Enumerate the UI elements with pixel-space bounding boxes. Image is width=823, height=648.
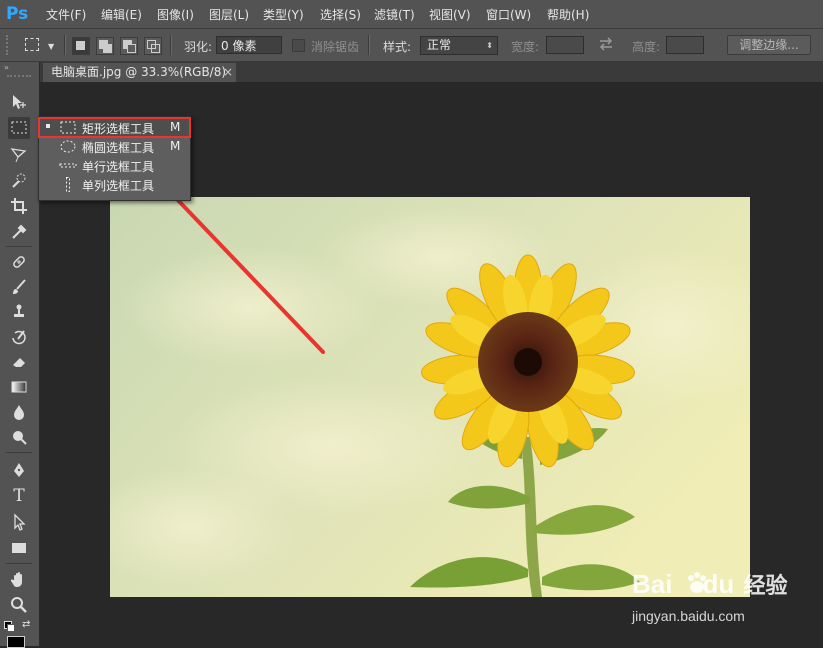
collapse-panel-icon[interactable]: » (4, 63, 9, 72)
default-colors-icon[interactable] (4, 621, 15, 632)
healing-brush-icon[interactable] (8, 251, 30, 273)
menu-file[interactable]: 文件(F) (46, 6, 86, 23)
options-bar: ▼ 羽化: 0 像素 消除锯齿 样式: 正常 ⬍ 宽度: 高度: 调整边缘... (0, 29, 823, 62)
crop-icon[interactable] (8, 195, 30, 217)
swap-arrows-icon[interactable] (598, 37, 614, 51)
flyout-item-single-row-marquee[interactable]: 单行选框工具 (39, 156, 190, 175)
add-to-selection-button[interactable] (96, 37, 114, 55)
flyout-item-single-column-marquee[interactable]: 单列选框工具 (39, 175, 190, 194)
flyout-item-rect-marquee[interactable]: 矩形选框工具 M (38, 117, 191, 138)
new-selection-button[interactable] (72, 37, 90, 55)
single-column-marquee-icon (66, 177, 70, 192)
height-input[interactable] (666, 36, 704, 54)
rect-marquee-icon[interactable] (8, 117, 30, 139)
eraser-icon[interactable] (8, 351, 30, 373)
feather-input[interactable]: 0 像素 (216, 36, 282, 54)
style-select-value: 正常 (427, 38, 452, 52)
clone-stamp-icon[interactable] (8, 301, 30, 323)
menu-edit[interactable]: 编辑(E) (101, 6, 142, 23)
hand-icon[interactable] (8, 568, 30, 590)
type-icon[interactable]: T (8, 485, 30, 507)
path-select-icon[interactable] (8, 511, 30, 533)
height-label: 高度: (632, 40, 661, 54)
flyout-item-label: 单列选框工具 (82, 179, 155, 193)
style-label: 样式: (383, 40, 412, 54)
grip-icon (6, 35, 12, 55)
watermark-url: jingyan.baidu.com (632, 608, 745, 624)
blur-icon[interactable] (8, 401, 30, 423)
document-tab[interactable]: 电脑桌面.jpg @ 33.3%(RGB/8) × (43, 63, 236, 82)
document-tab-title: 电脑桌面.jpg @ 33.3%(RGB/8) (51, 65, 227, 79)
flyout-item-label: 椭圆选框工具 (82, 141, 155, 155)
pen-icon[interactable] (8, 459, 30, 481)
width-input[interactable] (546, 36, 584, 54)
antialias-checkbox[interactable] (292, 39, 305, 52)
width-label: 宽度: (511, 40, 540, 54)
style-select[interactable]: 正常 ⬍ (420, 36, 498, 55)
intersect-selection-button[interactable] (144, 37, 162, 55)
gradient-icon[interactable] (8, 376, 30, 398)
feather-label: 羽化: (184, 40, 213, 54)
subtract-from-selection-button[interactable] (120, 37, 138, 55)
selected-indicator-icon (46, 124, 50, 128)
rect-marquee-icon (60, 121, 76, 134)
rectangle-shape-icon[interactable] (8, 537, 30, 559)
menu-help[interactable]: 帮助(H) (547, 6, 589, 23)
flyout-item-shortcut: M (170, 120, 181, 134)
flyout-item-shortcut: M (170, 139, 181, 153)
divider (6, 452, 32, 453)
eyedropper-icon[interactable] (8, 221, 30, 243)
swap-colors-icon[interactable]: ⇄ (22, 619, 30, 630)
updown-arrows-icon: ⬍ (486, 41, 493, 50)
tool-preset-picker[interactable]: ▼ (22, 36, 62, 54)
watermark-jingyan: 经验 (743, 573, 788, 598)
move-icon[interactable] (8, 91, 30, 113)
canvas-image[interactable] (110, 197, 750, 597)
divider (6, 246, 32, 247)
watermark-brand: Bai (632, 569, 673, 599)
menu-filter[interactable]: 滤镜(T) (374, 6, 415, 23)
quick-select-icon[interactable] (8, 169, 30, 191)
menu-layer[interactable]: 图层(L) (209, 6, 249, 23)
menu-view[interactable]: 视图(V) (429, 6, 471, 23)
menu-window[interactable]: 窗口(W) (486, 6, 531, 23)
single-row-marquee-icon (59, 163, 77, 168)
menu-image[interactable]: 图像(I) (157, 6, 194, 23)
sunflower-photo (110, 197, 750, 597)
tools-panel: » T ⇄ (0, 62, 40, 648)
menu-type[interactable]: 类型(Y) (263, 6, 304, 23)
marquee-tool-flyout: 矩形选框工具 M 椭圆选框工具 M 单行选框工具 单列选框工具 (38, 116, 191, 201)
photoshop-logo: Ps (6, 4, 29, 24)
chevron-down-icon: ▼ (48, 42, 55, 51)
divider (6, 563, 32, 564)
dodge-icon[interactable] (8, 426, 30, 448)
grip-icon (7, 75, 31, 79)
flyout-item-label: 矩形选框工具 (82, 122, 155, 136)
flyout-item-label: 单行选框工具 (82, 160, 155, 174)
zoom-icon[interactable] (8, 594, 30, 616)
elliptical-marquee-icon (60, 140, 76, 153)
flyout-item-elliptical-marquee[interactable]: 椭圆选框工具 M (39, 137, 190, 156)
divider (170, 35, 172, 55)
menu-bar: Ps 文件(F) 编辑(E) 图像(I) 图层(L) 类型(Y) 选择(S) 滤… (0, 0, 823, 29)
rect-marquee-icon (25, 38, 39, 51)
refine-edge-button[interactable]: 调整边缘... (727, 35, 811, 55)
close-tab-icon[interactable]: × (223, 63, 233, 82)
menu-select[interactable]: 选择(S) (320, 6, 361, 23)
divider (368, 35, 370, 55)
lasso-icon[interactable] (8, 143, 30, 165)
divider (64, 35, 66, 55)
history-brush-icon[interactable] (8, 326, 30, 348)
antialias-label: 消除锯齿 (311, 40, 360, 54)
brush-icon[interactable] (8, 276, 30, 298)
baidu-jingyan-watermark: Bai du 经验 jingyan.baidu.com (632, 568, 812, 630)
foreground-color-swatch[interactable] (7, 636, 25, 648)
paw-icon (684, 570, 710, 596)
